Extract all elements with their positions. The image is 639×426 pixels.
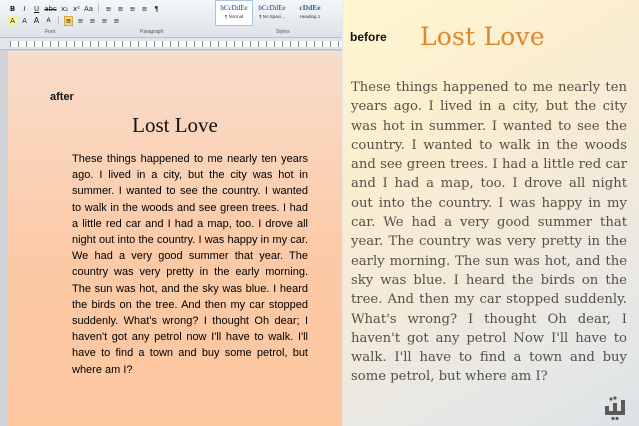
ribbon: B I U abc x₂ x² Aa ≡ ≡ ≡ ≡ ¶ A A A A ≡ ≡… — [0, 0, 342, 38]
site-logo-icon — [605, 396, 625, 421]
strikethrough-button[interactable]: abc — [44, 4, 57, 14]
style-preview: bCcDdEe — [220, 4, 248, 12]
font-color-button[interactable]: A — [20, 16, 29, 26]
show-marks-button[interactable]: ¶ — [152, 4, 161, 14]
document-page[interactable]: after Lost Love These things happened to… — [8, 51, 342, 426]
sort-button[interactable]: ≡ — [112, 16, 121, 26]
style-no-spacing[interactable]: bCcDdEe ¶ No Spaci... — [253, 0, 291, 26]
shrink-font-button[interactable]: A — [44, 16, 53, 26]
separator — [58, 16, 59, 25]
paragraph-group-label: Paragraph — [140, 29, 164, 35]
subscript-button[interactable]: x₂ — [60, 4, 69, 14]
before-label: before — [350, 30, 387, 44]
font-group-label: Font — [45, 29, 56, 35]
horizontal-ruler[interactable] — [0, 38, 342, 50]
borders-button[interactable]: ≡ — [100, 16, 109, 26]
font-format-row: B I U abc x₂ x² Aa ≡ ≡ ≡ ≡ ¶ — [8, 3, 161, 14]
style-normal[interactable]: bCcDdEe ¶ Normal — [215, 0, 253, 26]
before-image: before Lost Love These things happened t… — [342, 0, 639, 426]
ruler-scale — [10, 41, 342, 47]
style-name: ¶ No Spaci... — [259, 14, 285, 19]
before-document-title: Lost Love — [420, 22, 545, 51]
bold-button[interactable]: B — [8, 4, 17, 14]
paragraph-align-right-button[interactable]: ≡ — [128, 4, 137, 14]
font-color-row: A A A A ≡ ≡ ≡ ≡ ≡ — [8, 15, 121, 26]
paragraph-justify-button[interactable]: ≡ — [140, 4, 149, 14]
after-label: after — [50, 91, 74, 103]
paragraph-align-left-button[interactable]: ≡ — [104, 4, 113, 14]
before-document-body: These things happened to me nearly ten y… — [351, 80, 627, 385]
highlight-button[interactable]: A — [8, 15, 17, 26]
style-heading-1[interactable]: cDdEe Heading 1 — [291, 0, 329, 26]
style-name: Heading 1 — [299, 14, 321, 19]
paragraph-align-center-button[interactable]: ≡ — [116, 4, 125, 14]
style-preview: cDdEe — [299, 3, 321, 12]
grow-font-button[interactable]: A — [32, 16, 41, 26]
after-document-body: These things happened to me nearly ten y… — [72, 153, 308, 376]
separator — [98, 4, 99, 13]
superscript-button[interactable]: x² — [72, 4, 81, 14]
style-name: ¶ Normal — [224, 14, 244, 19]
italic-button[interactable]: I — [20, 4, 29, 14]
justify-button[interactable]: ≡ — [64, 15, 73, 26]
styles-group-label: Styles — [276, 29, 290, 35]
underline-button[interactable]: U — [32, 4, 41, 14]
after-document-title: Lost Love — [132, 113, 218, 137]
change-case-button[interactable]: Aa — [84, 4, 93, 14]
line-spacing-button[interactable]: ≡ — [76, 16, 85, 26]
shading-button[interactable]: ≡ — [88, 16, 97, 26]
style-preview: bCcDdEe — [258, 4, 286, 12]
styles-gallery: bCcDdEe ¶ Normal bCcDdEe ¶ No Spaci... c… — [215, 0, 333, 27]
word-screenshot: B I U abc x₂ x² Aa ≡ ≡ ≡ ≡ ¶ A A A A ≡ ≡… — [0, 0, 342, 426]
